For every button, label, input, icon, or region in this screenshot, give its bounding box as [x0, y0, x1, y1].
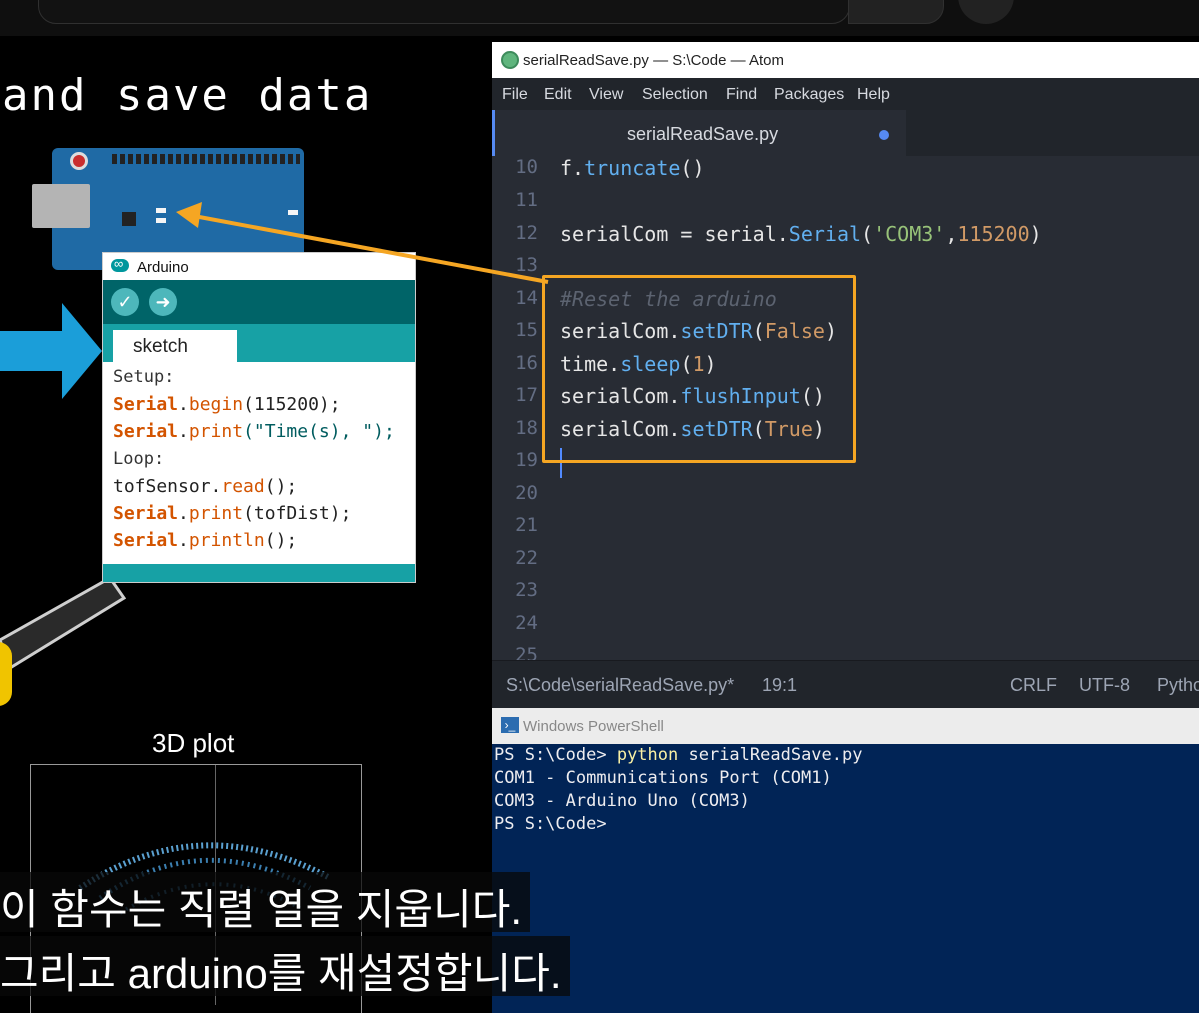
line-number: 21 [515, 514, 538, 536]
status-line-ending[interactable]: CRLF [1010, 675, 1057, 696]
arduino-logo-icon [111, 256, 129, 272]
upload-icon[interactable]: ➜ [149, 288, 177, 316]
powershell-icon: ›_ [501, 717, 519, 733]
usb-port [32, 184, 90, 228]
line-number: 25 [515, 644, 538, 660]
arduino-code-area: Setup: Serial.begin(115200); Serial.prin… [113, 363, 413, 554]
menu-file[interactable]: File [502, 86, 528, 104]
line-number: 10 [515, 156, 538, 178]
atom-app-icon [501, 51, 519, 69]
line-number: 18 [515, 417, 538, 439]
plot-title: 3D plot [152, 728, 235, 758]
subtitle-line-2: 그리고 arduino를 재설정합니다. [0, 936, 570, 997]
line-number: 15 [515, 319, 538, 341]
modified-indicator-icon[interactable] [879, 130, 889, 140]
atom-status-bar: S:\Code\serialReadSave.py* 19:1 CRLF UTF… [492, 660, 1199, 708]
powershell-title: Windows PowerShell [523, 718, 664, 735]
code-line: Serial.begin(115200); [113, 394, 341, 415]
tx-led [156, 208, 166, 213]
menu-packages[interactable]: Packages [774, 86, 844, 104]
powershell-titlebar: ›_ Windows PowerShell [492, 708, 1199, 744]
tab-serialreadsave[interactable]: serialReadSave.py [492, 110, 906, 156]
status-cursor-position[interactable]: 19:1 [762, 675, 797, 696]
slide-title: and save data [2, 70, 373, 121]
status-grammar[interactable]: Python [1157, 675, 1199, 696]
tab-label: serialReadSave.py [627, 124, 779, 144]
tab-sketch[interactable]: sketch [113, 330, 237, 362]
atom-tab-bar: serialReadSave.py [492, 110, 1199, 156]
terminal-prompt: PS S:\Code> [494, 814, 607, 834]
reset-button-image [70, 152, 88, 170]
code-line: serialCom = serial.Serial('COM3',115200) [560, 222, 1042, 246]
powershell-window[interactable]: ›_ Windows PowerShell PS S:\Code> python… [492, 708, 1199, 1013]
clear-icon[interactable]: ✕ [813, 0, 826, 3]
terminal-line: COM3 - Arduino Uno (COM3) [494, 791, 750, 811]
menu-find[interactable]: Find [726, 86, 757, 104]
status-file-path[interactable]: S:\Code\serialReadSave.py* [506, 675, 734, 696]
highlight-box [542, 275, 856, 463]
on-led [288, 210, 298, 215]
arduino-tab-bar: sketch [103, 324, 415, 362]
arduino-title-text: Arduino [137, 259, 189, 276]
sensor-graphic [0, 642, 12, 706]
menu-view[interactable]: View [589, 86, 623, 104]
search-icon: ⌕ [887, 0, 896, 3]
line-number: 11 [515, 189, 538, 211]
loop-label: Loop: [113, 449, 165, 469]
code-line: f.truncate() [560, 156, 705, 180]
microphone-icon: ♁ [980, 0, 992, 2]
line-number: 12 [515, 222, 538, 244]
line-number: 23 [515, 579, 538, 601]
pin-header [112, 154, 300, 164]
subtitle-line-1: 이 함수는 직렬 열을 지웁니다. [0, 872, 531, 933]
arduino-toolbar: ✓ ➜ [103, 280, 415, 324]
arduino-ide-window: Arduino ✓ ➜ sketch Setup: Serial.begin(1… [102, 252, 416, 583]
status-encoding[interactable]: UTF-8 [1079, 675, 1130, 696]
atom-menubar: File Edit View Selection Find Packages H… [492, 78, 1199, 110]
menu-edit[interactable]: Edit [544, 86, 572, 104]
line-number: 24 [515, 612, 538, 634]
line-number: 22 [515, 547, 538, 569]
rx-led [156, 218, 166, 223]
menu-help[interactable]: Help [857, 86, 890, 104]
line-number: 17 [515, 384, 538, 406]
atom-titlebar: serialReadSave.py — S:\Code — Atom [492, 42, 1199, 78]
blue-arrow-graphic [0, 303, 102, 399]
arduino-footer [103, 564, 415, 582]
setup-label: Setup: [113, 367, 175, 387]
terminal-line: PS S:\Code> python serialReadSave.py [494, 745, 863, 765]
line-number: 14 [515, 287, 538, 309]
line-number: 19 [515, 449, 538, 471]
terminal-line: COM1 - Communications Port (COM1) [494, 768, 832, 788]
line-number-gutter: 10 11 12 13 14 15 16 17 18 19 20 21 22 2… [492, 156, 546, 660]
atom-window-title: serialReadSave.py — S:\Code — Atom [523, 52, 784, 69]
line-number: 13 [515, 254, 538, 276]
line-number: 20 [515, 482, 538, 504]
browser-top-bar: ▭ ✕ ⌕ ♁ [0, 0, 1199, 36]
keyboard-icon[interactable]: ▭ [767, 0, 782, 3]
voice-search-button[interactable]: ♁ [958, 0, 1014, 24]
search-button[interactable]: ⌕ [848, 0, 944, 24]
chip-image [122, 212, 136, 226]
code-line: Serial.println(); [113, 530, 298, 551]
code-line: Serial.print("Time(s), "); [113, 421, 395, 442]
menu-selection[interactable]: Selection [642, 86, 708, 104]
code-line: Serial.print(tofDist); [113, 503, 352, 524]
search-input[interactable]: ▭ ✕ [38, 0, 850, 24]
line-number: 16 [515, 352, 538, 374]
verify-icon[interactable]: ✓ [111, 288, 139, 316]
code-line: tofSensor.read(); [113, 476, 298, 497]
arduino-window-title: Arduino [103, 253, 415, 279]
